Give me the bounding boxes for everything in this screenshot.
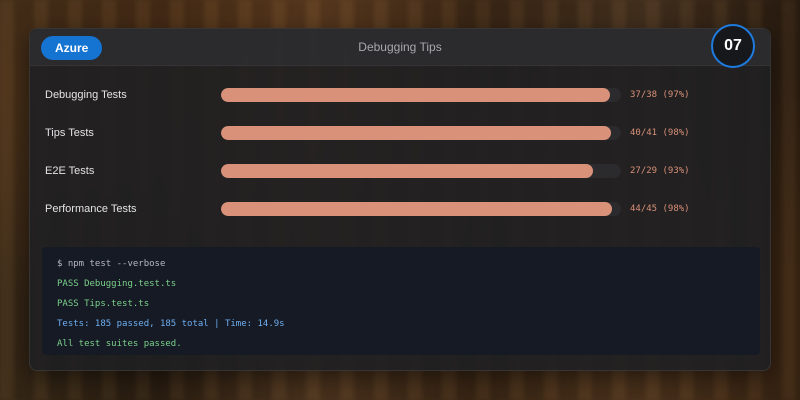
progress-value: 37/38 (97%) [630,90,690,100]
terminal-pass-line: PASS Debugging.test.ts [57,279,177,289]
terminal-pass-line: PASS Tips.test.ts [57,299,150,309]
progress-label: Performance Tests [45,203,137,215]
progress-track [221,88,621,102]
progress-fill [221,202,613,216]
progress-row-performance: Performance Tests 44/45 (98%) [30,199,770,219]
progress-track [221,202,621,216]
terminal-summary-line: Tests: 185 passed, 185 total | Time: 14.… [57,319,285,329]
progress-label: Tips Tests [45,127,94,139]
progress-value: 44/45 (98%) [630,204,690,214]
progress-track [221,164,621,178]
panel-title: Debugging Tips [358,40,442,54]
progress-fill [221,88,611,102]
panel-header: Azure Debugging Tips 07 [30,24,770,68]
progress-label: Debugging Tests [45,89,127,101]
progress-fill [221,126,612,140]
step-number-badge: 07 [711,24,755,68]
progress-value: 27/29 (93%) [630,166,690,176]
terminal-output: $ npm test --verbose PASS Debugging.test… [42,247,760,355]
progress-row-e2e: E2E Tests 27/29 (93%) [30,161,770,181]
progress-track [221,126,621,140]
test-results-panel: Azure Debugging Tips 07 Debugging Tests … [29,24,771,371]
terminal-command-line: $ npm test --verbose [57,259,166,269]
progress-value: 40/41 (98%) [630,128,690,138]
progress-fill [221,164,594,178]
terminal-success-line: All test suites passed. [57,339,182,349]
progress-row-tips: Tips Tests 40/41 (98%) [30,123,770,143]
progress-row-debugging: Debugging Tests 37/38 (97%) [30,85,770,105]
progress-label: E2E Tests [45,165,95,177]
